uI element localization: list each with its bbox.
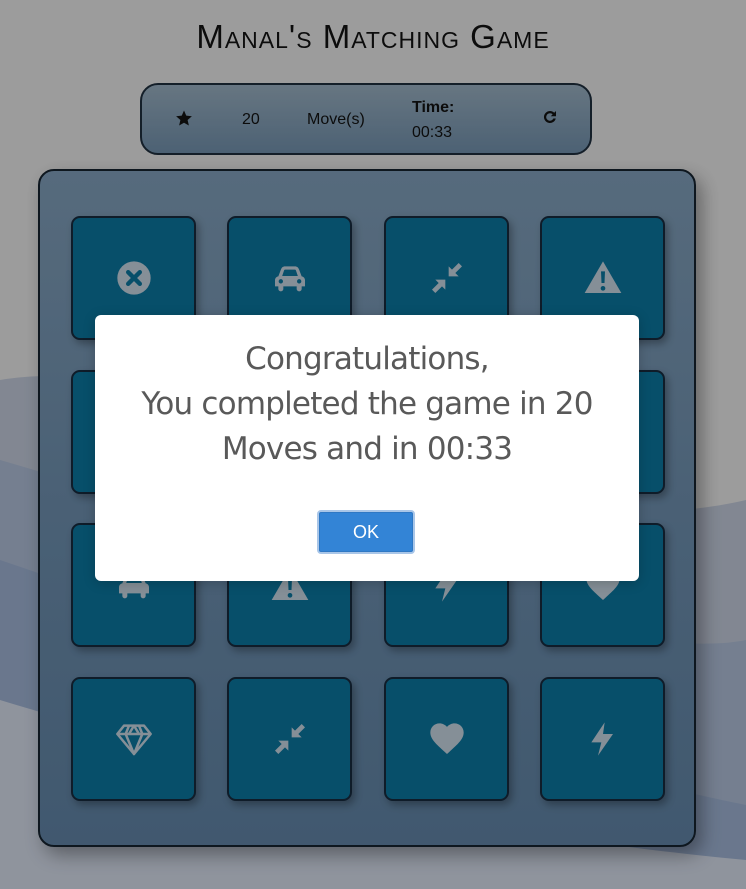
modal-line-1: Congratulations, (245, 341, 489, 377)
congratulations-modal: Congratulations, You completed the game … (95, 315, 639, 581)
ok-button[interactable]: OK (317, 510, 415, 554)
modal-message: Congratulations, You completed the game … (95, 337, 639, 472)
modal-line-3: Moves and in 00:33 (221, 431, 513, 467)
modal-line-2: You completed the game in 20 (141, 386, 593, 422)
